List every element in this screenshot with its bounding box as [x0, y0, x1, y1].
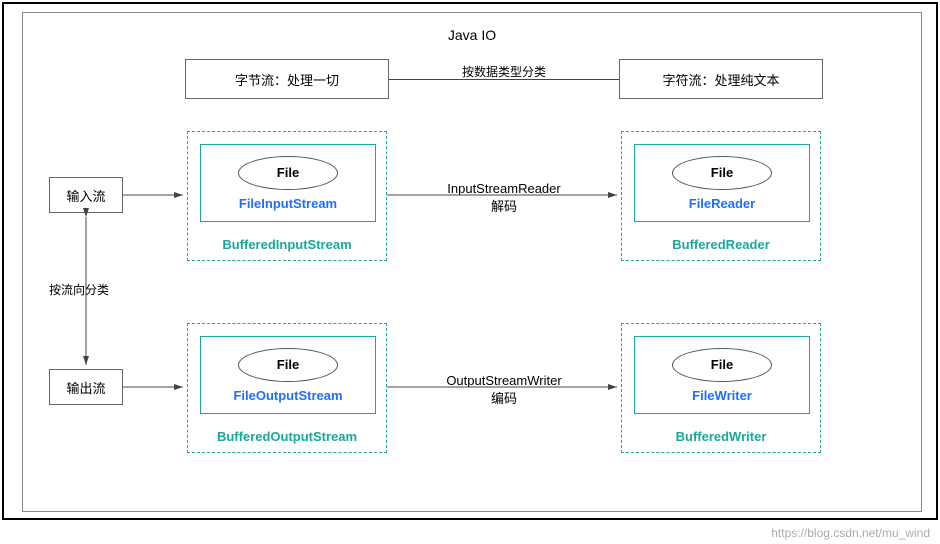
group-input-char: File FileReader BufferedReader — [621, 131, 821, 261]
output-stream-writer-label: OutputStreamWriter — [387, 373, 621, 388]
encode-label: 编码 — [387, 388, 621, 407]
inner-input-char: File FileReader — [634, 144, 810, 222]
buffered-writer-label: BufferedWriter — [622, 429, 820, 444]
file-reader-label: FileReader — [689, 196, 755, 211]
buffered-input-stream-label: BufferedInputStream — [188, 237, 386, 252]
file-ellipse: File — [672, 156, 772, 190]
output-stream-box: 输出流 — [49, 369, 123, 405]
inner-input-byte: File FileInputStream — [200, 144, 376, 222]
output-stream-label: 输出流 — [66, 378, 105, 397]
input-stream-label: 输入流 — [66, 186, 105, 205]
input-bridge-label: InputStreamReader 解码 — [387, 181, 621, 215]
char-stream-box: 字符流：处理纯文本 — [619, 59, 823, 99]
inner-output-byte: File FileOutputStream — [200, 336, 376, 414]
buffered-reader-label: BufferedReader — [622, 237, 820, 252]
char-stream-label: 字符流：处理纯文本 — [662, 70, 779, 89]
byte-stream-label: 字节流：处理一切 — [235, 70, 339, 89]
input-stream-reader-label: InputStreamReader — [387, 181, 621, 196]
file-input-stream-label: FileInputStream — [239, 196, 337, 211]
outer-frame: Java IO 字节流：处理一切 字符流：处理纯文本 按数据类型分类 输入流 输… — [2, 2, 938, 520]
file-output-stream-label: FileOutputStream — [233, 388, 342, 403]
flow-direction-label: 按流向分类 — [49, 281, 139, 298]
file-ellipse: File — [238, 348, 338, 382]
file-ellipse: File — [672, 348, 772, 382]
diagram-title: Java IO — [23, 27, 921, 43]
diagram-canvas: Java IO 字节流：处理一切 字符流：处理纯文本 按数据类型分类 输入流 输… — [22, 12, 922, 512]
input-stream-box: 输入流 — [49, 177, 123, 213]
byte-stream-box: 字节流：处理一切 — [185, 59, 389, 99]
buffered-output-stream-label: BufferedOutputStream — [188, 429, 386, 444]
watermark: https://blog.csdn.net/mu_wind — [771, 526, 930, 540]
group-output-char: File FileWriter BufferedWriter — [621, 323, 821, 453]
inner-output-char: File FileWriter — [634, 336, 810, 414]
file-writer-label: FileWriter — [692, 388, 752, 403]
group-output-byte: File FileOutputStream BufferedOutputStre… — [187, 323, 387, 453]
decode-label: 解码 — [387, 196, 621, 215]
output-bridge-label: OutputStreamWriter 编码 — [387, 373, 621, 407]
file-ellipse: File — [238, 156, 338, 190]
top-connector-label: 按数据类型分类 — [389, 63, 619, 80]
group-input-byte: File FileInputStream BufferedInputStream — [187, 131, 387, 261]
